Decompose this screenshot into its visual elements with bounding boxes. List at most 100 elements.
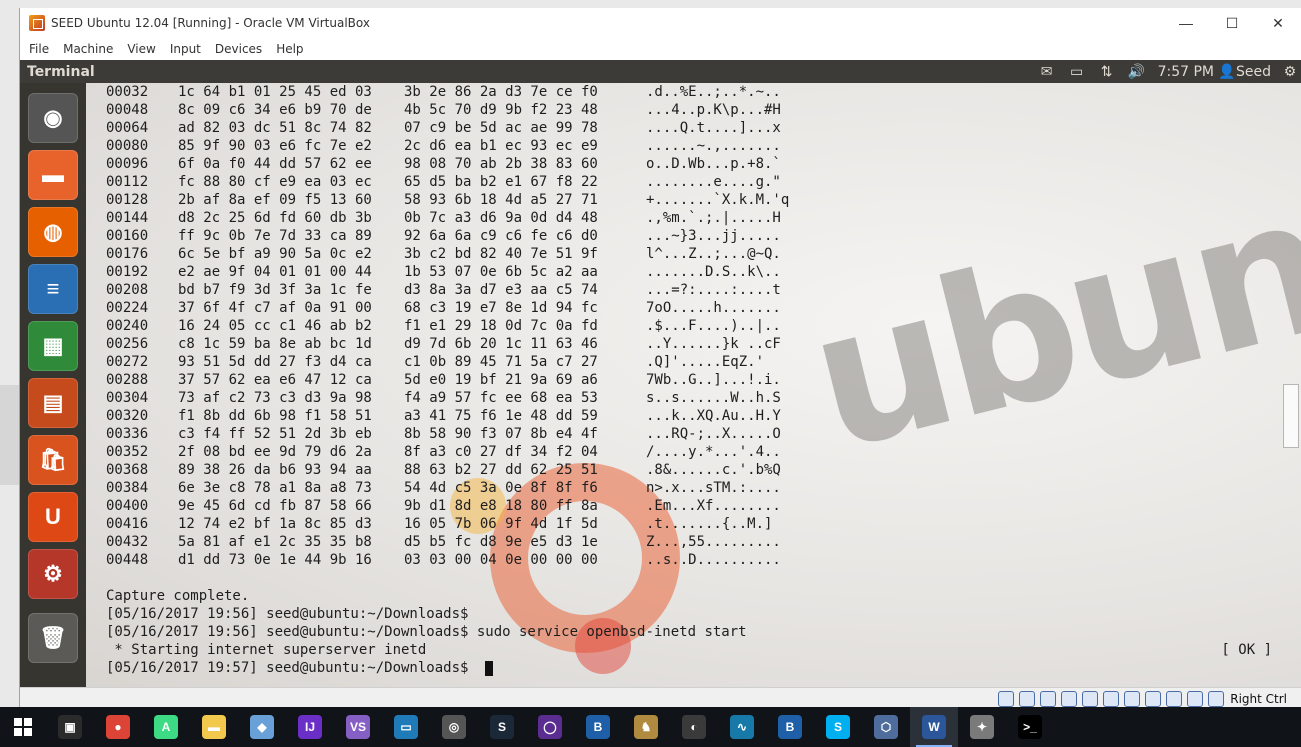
taskbar-button-virtualbox[interactable]: ⬡	[862, 707, 910, 747]
firefox-icon[interactable]: ◍	[28, 207, 78, 257]
ubuntu-one-icon[interactable]: U	[28, 492, 78, 542]
close-button[interactable]: ✕	[1255, 8, 1301, 38]
taskbar-button-jetbrains[interactable]: IJ	[286, 707, 334, 747]
audio-icon[interactable]	[1040, 690, 1057, 707]
hex-offset: 00208	[106, 282, 149, 298]
hex-bytes-second: d9 7d 6b 20 1c 11 63 46	[404, 336, 598, 352]
window-title: SEED Ubuntu 12.04 [Running] - Oracle VM …	[51, 16, 370, 30]
blizzard-icon: B	[586, 715, 610, 739]
volume-icon[interactable]: 🔊	[1126, 60, 1148, 83]
hex-bytes-first: f1 8b dd 6b 98 f1 58 51	[178, 408, 372, 424]
home-folder-icon[interactable]: ▬	[28, 150, 78, 200]
usb-icon[interactable]	[1082, 690, 1099, 707]
taskbar-button-edge-store[interactable]: ▣	[46, 707, 94, 747]
hex-bytes-second: 58 93 6b 18 4d a5 27 71	[404, 192, 598, 208]
gear-icon[interactable]: ⚙	[1279, 60, 1301, 83]
libreoffice-calc-icon[interactable]: ▦	[28, 321, 78, 371]
menu-view[interactable]: View	[127, 42, 155, 56]
capture-status: Capture complete.	[106, 588, 250, 604]
host-key-icon[interactable]	[1208, 690, 1225, 707]
taskbar-button-circle-app[interactable]: ◯	[526, 707, 574, 747]
shared-folders-icon[interactable]	[1103, 690, 1120, 707]
taskbar-button-overwatch[interactable]: ◐	[670, 707, 718, 747]
taskbar-button-file-explorer[interactable]: ▬	[190, 707, 238, 747]
hexdump-row: 00160 ff 9c 0b 7e 7d 33 ca 89 92 6a 6a c9 …	[86, 227, 1301, 245]
user-name[interactable]: Seed	[1236, 64, 1271, 80]
taskbar-button-blizzard[interactable]: B	[574, 707, 622, 747]
clock[interactable]: 7:57 PM	[1158, 64, 1214, 80]
menu-machine[interactable]: Machine	[63, 42, 113, 56]
optical-drive-icon[interactable]	[1019, 690, 1036, 707]
taskbar-button-game-figure[interactable]: ♞	[622, 707, 670, 747]
hard-disk-icon[interactable]	[998, 690, 1015, 707]
taskbar-button-skype[interactable]: S	[814, 707, 862, 747]
hexdump-row: 00208 bd b7 f9 3d 3f 3a 1c fe d3 8a 3a d7 …	[86, 281, 1301, 299]
hex-offset: 00448	[106, 552, 149, 568]
taskbar-button-android-studio[interactable]: A	[142, 707, 190, 747]
taskbar-button-visual-studio[interactable]: VS	[334, 707, 382, 747]
hex-bytes-second: 1b 53 07 0e 6b 5c a2 aa	[404, 264, 598, 280]
battery-icon[interactable]: ▭	[1066, 60, 1088, 83]
menu-input[interactable]: Input	[170, 42, 201, 56]
software-center-icon[interactable]: 🛍	[28, 435, 78, 485]
hex-bytes-second: c1 0b 89 45 71 5a c7 27	[404, 354, 598, 370]
windows-logo-icon	[14, 718, 32, 736]
scrollbar[interactable]	[1283, 384, 1299, 448]
hexdump-row: 00128 2b af 8a ef 09 f5 13 60 58 93 6b 18 …	[86, 191, 1301, 209]
taskbar-button-cmd[interactable]: >_	[1006, 707, 1054, 747]
taskbar-button-word[interactable]: W	[910, 707, 958, 747]
camera-app-icon: ◎	[442, 715, 466, 739]
hex-ascii: .,%m.`.;.|.....H	[646, 210, 781, 226]
libreoffice-impress-icon[interactable]: ▤	[28, 378, 78, 428]
ubuntu-dash-icon[interactable]: ◉	[28, 93, 78, 143]
menu-devices[interactable]: Devices	[215, 42, 262, 56]
hexdump-row: 00384 6e 3e c8 78 a1 8a a8 73 54 4d c5 3a …	[86, 479, 1301, 497]
blizzard-app-icon: B	[778, 715, 802, 739]
video-capture-icon[interactable]	[1145, 690, 1162, 707]
terminal-output[interactable]: 00032 1c 64 b1 01 25 45 ed 03 3b 2e 86 2a …	[86, 83, 1301, 687]
taskbar-button-camera-app[interactable]: ◎	[430, 707, 478, 747]
screen: { "vbox": { "title": "SEED Ubuntu 12.04 …	[0, 0, 1301, 747]
hexdump-row: 00304 73 af c2 73 c3 d3 9a 98 f4 a9 57 fc …	[86, 389, 1301, 407]
hex-offset: 00176	[106, 246, 149, 262]
hex-bytes-second: 8b 58 90 f3 07 8b e4 4f	[404, 426, 598, 442]
network-icon[interactable]: ⇅	[1096, 60, 1118, 83]
minimize-button[interactable]: —	[1163, 8, 1209, 38]
start-button[interactable]	[0, 707, 46, 747]
hex-bytes-second: f1 e1 29 18 0d 7c 0a fd	[404, 318, 598, 334]
hex-bytes-first: c8 1c 59 ba 8e ab bc 1d	[178, 336, 372, 352]
hex-bytes-second: 4b 5c 70 d9 9b f2 23 48	[404, 102, 598, 118]
cpu-icon[interactable]	[1166, 690, 1183, 707]
hexdump-row: 00224 37 6f 4f c7 af 0a 91 00 68 c3 19 e7 …	[86, 299, 1301, 317]
hex-offset: 00288	[106, 372, 149, 388]
trash-icon[interactable]: 🗑	[28, 613, 78, 663]
network-adapter-icon[interactable]	[1061, 690, 1078, 707]
taskbar-button-blizzard-app[interactable]: B	[766, 707, 814, 747]
circle-app-icon: ◯	[538, 715, 562, 739]
text-cursor	[485, 661, 494, 676]
taskbar-button-parrot[interactable]: ✦	[958, 707, 1006, 747]
system-settings-icon[interactable]: ⚙	[28, 549, 78, 599]
hex-offset: 00096	[106, 156, 149, 172]
hex-bytes-first: 8c 09 c6 34 e6 b9 70 de	[178, 102, 372, 118]
hex-ascii: .t.......{..M.]	[646, 516, 773, 532]
menu-help[interactable]: Help	[276, 42, 303, 56]
taskbar-button-steam[interactable]: S	[478, 707, 526, 747]
taskbar-button-lenovo-screen[interactable]: ▭	[382, 707, 430, 747]
hex-bytes-first: 12 74 e2 bf 1a 8c 85 d3	[178, 516, 372, 532]
user-icon[interactable]: 👤	[1218, 60, 1235, 83]
host-scrollbar[interactable]	[0, 385, 19, 485]
taskbar-button-chrome[interactable]: ●	[94, 707, 142, 747]
window-titlebar[interactable]: SEED Ubuntu 12.04 [Running] - Oracle VM …	[20, 8, 1301, 38]
maximize-button[interactable]: ☐	[1209, 8, 1255, 38]
libreoffice-writer-icon[interactable]: ≡	[28, 264, 78, 314]
mouse-integration-icon[interactable]	[1187, 690, 1204, 707]
guest-screen[interactable]: ubun Terminal ✉ ▭ ⇅ 🔊 7:57 PM 👤 Seed ⚙ ◉…	[20, 60, 1301, 687]
taskbar-button-wireshark[interactable]: ∿	[718, 707, 766, 747]
taskbar-button-virtualbox-cube[interactable]: ◆	[238, 707, 286, 747]
mail-icon[interactable]: ✉	[1036, 60, 1058, 83]
hex-offset: 00144	[106, 210, 149, 226]
service-status-line: * Starting internet superserver inetd [ O…	[86, 641, 1301, 659]
display-icon[interactable]	[1124, 690, 1141, 707]
menu-file[interactable]: File	[29, 42, 49, 56]
